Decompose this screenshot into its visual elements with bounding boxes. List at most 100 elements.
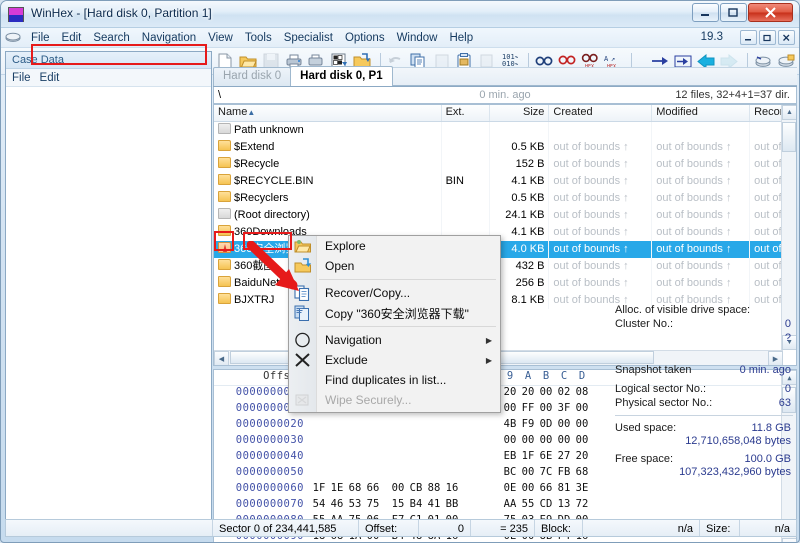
context-menu-item-exclude[interactable]: Exclude ▶ [289,350,500,370]
hex-byte: 66 [366,482,380,494]
hex-byte: 00 [557,418,571,430]
context-menu-item-copy-360[interactable]: Copy "360安全浏览器下载" [289,303,500,323]
table-row[interactable]: (Root directory) 24.1 KB out of bounds ↑ ou… [214,207,796,224]
context-menu-item-label: Wipe Securely... [325,393,412,407]
hex-scroll-down-button[interactable]: ▼ [782,538,796,542]
context-menu-separator [319,326,496,327]
column-header-created[interactable]: Created [549,105,653,121]
table-row[interactable]: Path unknown [214,122,796,139]
column-header-size[interactable]: Size [490,105,550,121]
mdi-close-button[interactable] [778,30,795,45]
hex-byte: 1F [312,482,326,494]
status-sector: Sector 0 of 234,441,585 [213,520,359,536]
hex-byte: 00 [503,402,517,414]
file-created-cell [549,122,653,139]
folder-icon [218,157,231,168]
file-name-cell[interactable]: $Recyclers [214,190,442,207]
table-row[interactable]: $Extend 0.5 KB out of bounds ↑ out of bound… [214,139,796,156]
mdi-restore-button[interactable] [759,30,776,45]
file-modified-cell: out of bounds ↑ [652,190,751,207]
file-ext-cell [442,139,490,156]
file-name-cell[interactable]: Path unknown [214,122,442,139]
case-data-menu-file[interactable]: File [12,72,40,84]
scroll-left-button[interactable]: ◀ [214,351,229,365]
window-minimize-button[interactable] [692,3,719,22]
menu-item-view[interactable]: View [202,30,239,46]
mdi-minimize-button[interactable] [740,30,757,45]
file-name-cell[interactable]: (Root directory) [214,207,442,224]
context-menu-items[interactable]: Explore Open Recover/Copy... Copy "360安全浏览器… [289,236,500,410]
hex-byte: 16 [445,482,459,494]
table-row[interactable]: $RECYCLE.BIN BIN 4.1 KB out of bounds ↑ out … [214,173,796,190]
winhex-app-icon [8,7,24,22]
folder-icon [218,276,231,287]
file-name-cell[interactable]: $Extend [214,139,442,156]
window-maximize-button[interactable] [720,3,747,22]
hex-byte: 1F [521,450,535,462]
hex-byte: 46 [330,498,344,510]
menu-item-tools[interactable]: Tools [239,30,278,46]
used-space-bytes: 12,710,658,048 bytes [685,435,791,447]
file-size-cell: 0.5 KB [490,139,550,156]
hex-byte: 3F [557,402,571,414]
file-ext-cell [442,156,490,173]
file-created-cell: out of bounds ↑ [549,173,653,190]
tabstrip-filler [391,67,797,86]
file-modified-cell: out of bounds ↑ [652,173,751,190]
hex-byte: 0D [539,418,553,430]
column-header-modified[interactable]: Modified [652,105,751,121]
file-context-menu[interactable]: Explore Open Recover/Copy... Copy "360安全浏览器… [288,235,501,413]
window-close-button[interactable] [748,3,793,22]
menu-item-navigation[interactable]: Navigation [136,30,202,46]
hex-byte: 20 [575,450,589,462]
menu-item-specialist[interactable]: Specialist [278,30,339,46]
scroll-thumb[interactable] [782,122,796,152]
logical-sector-label: Logical sector No.: [615,383,707,395]
context-menu-item-navigation[interactable]: Navigation ▶ [289,330,500,350]
context-menu-item-explore[interactable]: Explore [289,236,500,256]
case-data-menu-edit[interactable]: Edit [40,72,69,84]
scroll-up-button[interactable]: ▲ [782,105,796,120]
hex-column-label: 9 [506,370,514,382]
column-header-ext[interactable]: Ext. [442,105,490,121]
column-header-name[interactable]: Name▲ [214,105,442,121]
tab-hard-disk-0-p1[interactable]: Hard disk 0, P1 [290,66,393,86]
navigation-compass-icon [294,332,311,348]
snapshot-label: Snapshot taken [615,364,692,376]
file-created-cell: out of bounds ↑ [549,275,653,292]
file-name-cell[interactable]: $Recycle [214,156,442,173]
file-size-cell: 24.1 KB [490,207,550,224]
hex-byte: 00 [575,402,589,414]
table-row[interactable]: $Recycle 152 Bout of bounds ↑ out of bound… [214,156,796,173]
hex-byte: 27 [557,450,571,462]
case-data-tree[interactable] [6,87,211,519]
context-menu-item-open[interactable]: Open [289,256,500,276]
folder-deleted-icon [218,242,231,253]
context-menu-item-label: Exclude [325,353,368,367]
tab-hard-disk-0[interactable]: Hard disk 0 [213,67,292,86]
file-created-cell: out of bounds ↑ [549,190,653,207]
menu-item-help[interactable]: Help [443,30,479,46]
hex-byte: 02 [557,386,571,398]
status-offset-value: 0 [419,520,471,536]
file-name-label: $Extend [234,141,275,153]
context-menu-separator [319,279,496,280]
status-block-value: n/a [583,520,700,536]
hex-byte: 00 [521,482,535,494]
file-created-cell: out of bounds ↑ [549,241,653,258]
menu-item-file[interactable]: File [25,30,56,46]
folder-icon [218,259,231,270]
file-name-cell[interactable]: $RECYCLE.BIN [214,173,442,190]
file-created-cell: out of bounds ↑ [549,156,653,173]
context-menu-item-recover-copy[interactable]: Recover/Copy... [289,283,500,303]
table-row[interactable]: $Recyclers 0.5 KB out of bounds ↑ out of bo… [214,190,796,207]
hex-column-label: D [578,370,586,382]
menu-item-search[interactable]: Search [87,30,135,46]
menu-item-window[interactable]: Window [391,30,444,46]
case-data-panel: Case Data File Edit [5,51,212,521]
menu-item-edit[interactable]: Edit [56,30,88,46]
context-menu-item-find-duplicates-in-list[interactable]: Find duplicates in list... [289,370,500,390]
menu-item-options[interactable]: Options [339,30,391,46]
winhex-window: WinHex - [Hard disk 0, Partition 1] File… [0,0,800,543]
status-size-label: Size: [700,520,740,536]
